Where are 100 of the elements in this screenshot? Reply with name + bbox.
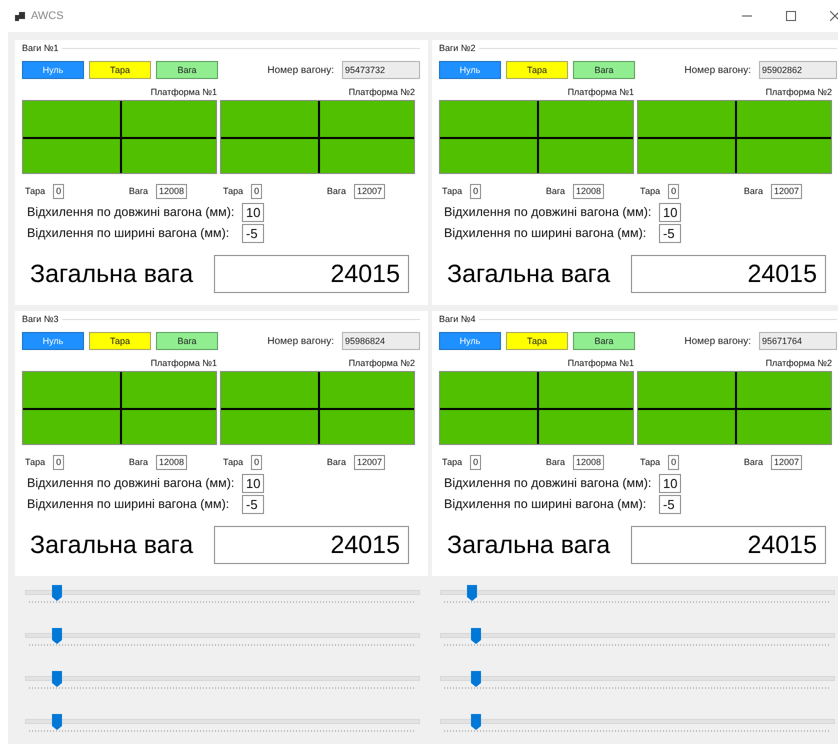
- platform-label: Платформа №1: [150, 358, 217, 370]
- platform-label: Платформа №1: [568, 87, 634, 99]
- group-title: Ваги №3: [22, 314, 58, 324]
- width-deviation-label: Відхилення по ширині вагона (мм):: [444, 226, 648, 240]
- slider[interactable]: [440, 671, 835, 689]
- total-weight-value: 24015: [214, 255, 409, 293]
- tare-label: Тара: [25, 186, 46, 196]
- maximize-icon[interactable]: [786, 11, 796, 21]
- weight-label: Вага: [744, 457, 763, 467]
- width-deviation-value: -5: [242, 494, 264, 514]
- tare-value: 0: [251, 454, 262, 470]
- platform-label: Платформа №2: [766, 358, 832, 370]
- width-deviation-value: -5: [242, 224, 264, 242]
- width-deviation-value: -5: [659, 494, 681, 514]
- wagon-label: Номер вагону:: [684, 64, 751, 76]
- slider[interactable]: [440, 714, 835, 732]
- scale-button[interactable]: Вага: [573, 61, 635, 79]
- platform-label: Платформа №2: [348, 358, 415, 370]
- tare-label: Тара: [223, 186, 244, 196]
- group-title: Ваги №2: [439, 43, 476, 53]
- window-title: AWCS: [31, 10, 64, 22]
- length-deviation-value: 10: [659, 474, 682, 492]
- tare-value: 0: [53, 454, 64, 470]
- slider[interactable]: [440, 585, 835, 603]
- total-weight-value: 24015: [631, 526, 826, 564]
- slider-thumb[interactable]: [52, 628, 62, 644]
- length-deviation-label: Відхилення по довжині вагона (мм):: [444, 205, 652, 219]
- wagon-number-field[interactable]: 95671764: [759, 332, 837, 350]
- width-deviation-label: Відхилення по ширині вагона (мм):: [27, 497, 230, 511]
- slider[interactable]: [25, 585, 420, 603]
- wagon-number-field[interactable]: 95902862: [759, 61, 837, 79]
- scale-button[interactable]: Тара: [89, 61, 151, 79]
- tare-value: 0: [668, 454, 680, 470]
- platform-label: Платформа №1: [568, 358, 634, 370]
- weight-label: Вага: [326, 457, 346, 467]
- scale-button[interactable]: Тара: [506, 332, 568, 350]
- tare-label: Тара: [442, 186, 462, 196]
- weight-value: 12008: [572, 454, 604, 470]
- length-deviation-value: 10: [242, 474, 264, 492]
- slider[interactable]: [440, 628, 835, 646]
- slider[interactable]: [25, 628, 420, 646]
- wagon-label: Номер вагону:: [684, 336, 751, 346]
- scale-button[interactable]: Тара: [89, 332, 151, 350]
- group-title: Ваги №4: [439, 314, 476, 324]
- slider-thumb[interactable]: [466, 585, 477, 601]
- weight-label: Вага: [546, 186, 565, 196]
- slider-thumb[interactable]: [52, 714, 62, 730]
- tare-label: Тара: [25, 457, 46, 467]
- width-deviation-label: Відхилення по ширині вагона (мм):: [27, 226, 230, 240]
- tare-value: 0: [251, 184, 262, 198]
- platform-label: Платформа №1: [150, 87, 217, 99]
- slider-thumb[interactable]: [470, 628, 481, 644]
- scale-button[interactable]: Вага: [156, 332, 218, 350]
- length-deviation-value: 10: [659, 202, 682, 222]
- weight-value: 12007: [770, 454, 802, 470]
- total-weight-label: Загальна вага: [446, 260, 612, 288]
- weight-label: Вага: [128, 186, 148, 196]
- wagon-number-field[interactable]: 95473732: [342, 61, 420, 79]
- total-weight-value: 24015: [214, 526, 409, 564]
- slider[interactable]: [25, 671, 420, 689]
- close-icon[interactable]: [830, 11, 838, 21]
- weight-value: 12007: [354, 184, 385, 198]
- tare-label: Тара: [223, 457, 244, 467]
- length-deviation-label: Відхилення по довжині вагона (мм):: [444, 476, 652, 490]
- wagon-label: Номер вагону:: [267, 64, 334, 76]
- slider[interactable]: [25, 714, 420, 732]
- slider-thumb[interactable]: [52, 585, 62, 601]
- weight-label: Вага: [744, 186, 763, 196]
- width-deviation-label: Відхилення по ширині вагона (мм):: [444, 497, 648, 511]
- platform-label: Платформа №2: [348, 87, 415, 99]
- group-title: Ваги №1: [22, 43, 58, 53]
- width-deviation-value: -5: [659, 224, 681, 242]
- slider-thumb[interactable]: [470, 671, 481, 687]
- length-deviation-label: Відхилення по довжині вагона (мм):: [27, 205, 236, 219]
- weight-value: 12008: [156, 454, 187, 470]
- tare-value: 0: [53, 184, 64, 198]
- wagon-number-field[interactable]: 95986824: [342, 332, 420, 350]
- slider-thumb[interactable]: [470, 714, 481, 730]
- weight-label: Вага: [128, 457, 148, 467]
- tare-label: Тара: [640, 186, 660, 196]
- weight-value: 12008: [572, 184, 604, 198]
- tare-label: Тара: [442, 457, 462, 467]
- wagon-label: Номер вагону:: [267, 336, 334, 346]
- app-icon: [15, 12, 25, 20]
- scale-button[interactable]: Вага: [156, 61, 218, 79]
- tare-value: 0: [668, 184, 680, 198]
- weight-label: Вага: [326, 186, 346, 196]
- total-weight-value: 24015: [631, 255, 826, 293]
- total-weight-label: Загальна вага: [29, 530, 194, 560]
- weight-value: 12008: [156, 184, 187, 198]
- weight-value: 12007: [354, 454, 385, 470]
- total-weight-label: Загальна вага: [29, 260, 194, 288]
- scale-button[interactable]: Вага: [573, 332, 635, 350]
- platform-label: Платформа №2: [766, 87, 832, 99]
- weight-value: 12007: [770, 184, 802, 198]
- weight-label: Вага: [546, 457, 565, 467]
- length-deviation-value: 10: [242, 202, 264, 222]
- slider-thumb[interactable]: [52, 671, 62, 687]
- tare-value: 0: [470, 454, 482, 470]
- scale-button[interactable]: Тара: [506, 61, 568, 79]
